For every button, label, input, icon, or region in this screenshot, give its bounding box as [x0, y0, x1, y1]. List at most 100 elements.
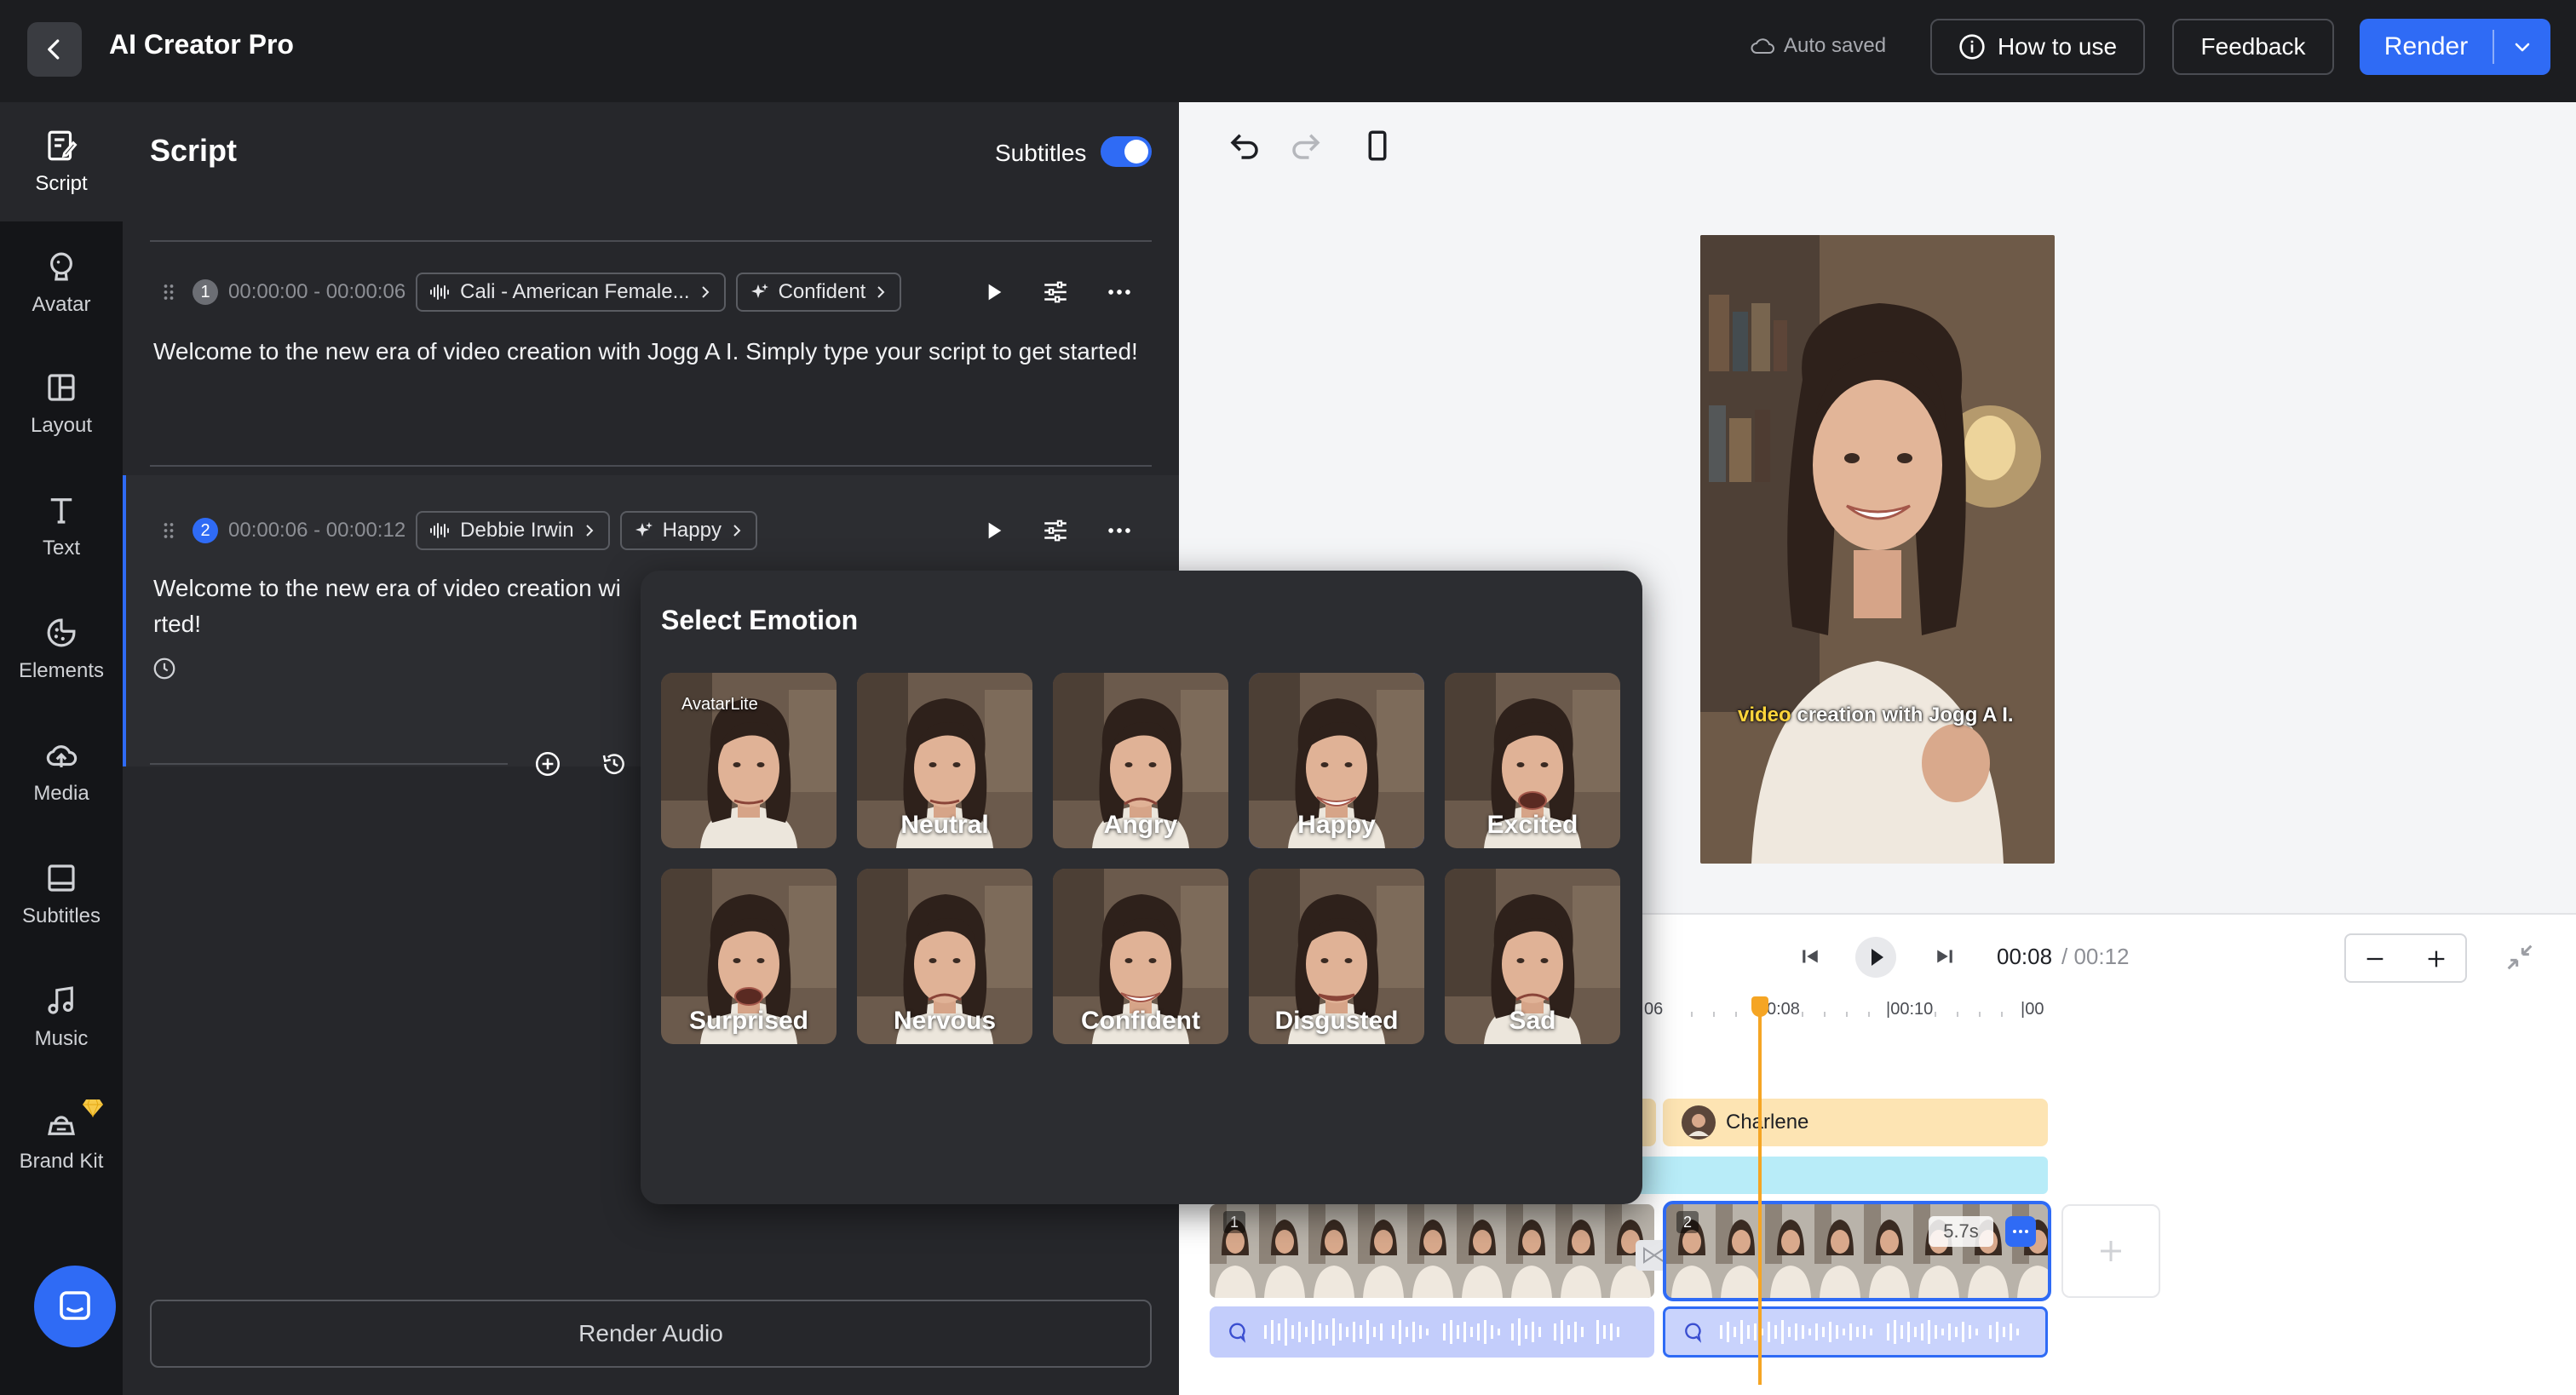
chat-support-button[interactable]: [34, 1266, 116, 1347]
history-icon[interactable]: [600, 749, 629, 778]
clip-more-button[interactable]: [2005, 1216, 2036, 1247]
emotion-picker: Select Emotion AvatarLite Neutral Angry Hap…: [641, 571, 1642, 1204]
emotion-name: Confident: [778, 280, 866, 303]
segment-2-text-continued[interactable]: rted!: [153, 606, 409, 642]
zoom-in-icon[interactable]: [2424, 947, 2448, 971]
adjust-sliders-icon[interactable]: [1041, 516, 1070, 545]
drag-handle-icon[interactable]: [157, 280, 181, 304]
render-options-toggle[interactable]: [2494, 37, 2550, 57]
skip-back-icon[interactable]: [1797, 944, 1823, 969]
emotion-label: Disgusted: [1274, 1007, 1399, 1035]
how-to-use-label: How to use: [1997, 33, 2118, 60]
clip-duration: 5.7s: [1929, 1216, 1993, 1247]
auto-saved-label: Auto saved: [1784, 34, 1887, 57]
avatar-lite-badge: AvatarLite: [681, 695, 758, 714]
play-circle-icon[interactable]: [1854, 935, 1898, 979]
side-nav: Script Avatar Layout Text Elements Media…: [0, 102, 123, 1395]
play-icon[interactable]: [980, 278, 1007, 306]
how-to-use-button[interactable]: How to use: [1930, 19, 2145, 75]
emotion-label: Confident: [1081, 1007, 1200, 1035]
nav-label-layout: Layout: [30, 414, 93, 437]
nav-item-brand-kit[interactable]: Brand Kit: [0, 1080, 123, 1199]
emotion-option-neutral[interactable]: Neutral: [857, 673, 1032, 848]
emotion-selector[interactable]: Happy: [619, 511, 757, 550]
playhead[interactable]: [1758, 1000, 1762, 1385]
emotion-option-excited[interactable]: Excited: [1445, 673, 1620, 848]
current-time: 00:08: [1997, 944, 2053, 969]
nav-label-music: Music: [34, 1027, 89, 1050]
video-preview[interactable]: [1700, 235, 2055, 864]
time-ruler: [1691, 1012, 2003, 1017]
voice-name: Debbie Irwin: [460, 519, 574, 542]
ruler-label: |00:10: [1886, 1000, 1934, 1019]
emotion-option-sad[interactable]: Sad: [1445, 869, 1620, 1044]
render-button[interactable]: Render: [2360, 19, 2550, 75]
add-segment-icon[interactable]: [533, 749, 562, 778]
skip-forward-icon[interactable]: [1932, 944, 1958, 969]
audio-clip-2[interactable]: [1663, 1306, 2048, 1358]
avatar-track-clip-charlene[interactable]: Charlene: [1663, 1099, 2048, 1146]
add-clip-button[interactable]: [2061, 1204, 2160, 1298]
emotion-option-avatarlite[interactable]: AvatarLite: [661, 673, 837, 848]
audio-clip-1[interactable]: [1210, 1306, 1654, 1358]
script-icon: [48, 130, 78, 161]
clock-icon[interactable]: [152, 656, 177, 681]
segment-time: 00:00:06 - 00:00:12: [228, 519, 406, 542]
ruler-label: 06: [1644, 1000, 1664, 1019]
audio-waveform: [1264, 1318, 1619, 1346]
nav-item-script[interactable]: Script: [0, 102, 123, 221]
chevron-right-icon: [877, 286, 885, 298]
feedback-button[interactable]: Feedback: [2172, 19, 2334, 75]
nav-item-avatar[interactable]: Avatar: [0, 223, 123, 342]
redo-icon[interactable]: [1288, 128, 1324, 164]
nav-label-media: Media: [33, 782, 89, 805]
emotion-picker-title: Select Emotion: [661, 605, 859, 635]
nav-item-music[interactable]: Music: [0, 957, 123, 1076]
voice-selector[interactable]: Debbie Irwin: [416, 511, 610, 550]
info-icon: [1959, 34, 1985, 60]
more-options-icon[interactable]: [1104, 278, 1135, 307]
emotion-option-surprised[interactable]: Surprised: [661, 869, 837, 1044]
emotion-option-happy[interactable]: Happy: [1249, 673, 1424, 848]
emotion-option-angry[interactable]: Angry: [1053, 673, 1228, 848]
emotion-option-nervous[interactable]: Nervous: [857, 869, 1032, 1044]
back-button[interactable]: [27, 22, 82, 77]
app-title: AI Creator Pro: [109, 29, 294, 60]
nav-item-layout[interactable]: Layout: [0, 344, 123, 463]
segment-time: 00:00:00 - 00:00:06: [228, 280, 406, 303]
undo-icon[interactable]: [1227, 128, 1262, 164]
play-icon[interactable]: [980, 517, 1007, 544]
more-options-icon[interactable]: [1104, 516, 1135, 545]
voice-selector[interactable]: Cali - American Female...: [416, 273, 726, 312]
nav-item-elements[interactable]: Elements: [0, 589, 123, 709]
brand-kit-icon: [48, 1116, 75, 1135]
nav-label-elements: Elements: [18, 659, 105, 682]
segment-1-header: 1 00:00:00 - 00:00:06 Cali - American Fe…: [157, 271, 911, 313]
nav-item-subtitles[interactable]: Subtitles: [0, 835, 123, 954]
playhead-handle[interactable]: [1751, 996, 1768, 1017]
emotion-selector[interactable]: Confident: [735, 273, 902, 312]
segment-1-text[interactable]: Welcome to the new era of video creation…: [153, 334, 1150, 370]
collapse-icon[interactable]: [2503, 940, 2537, 974]
subtitles-toggle[interactable]: [1101, 136, 1152, 167]
nav-item-text[interactable]: Text: [0, 467, 123, 586]
chevron-right-icon: [733, 525, 741, 537]
zoom-out-icon[interactable]: [2363, 947, 2387, 971]
waveform-icon: [430, 284, 450, 300]
adjust-sliders-icon[interactable]: [1041, 278, 1070, 307]
emotion-label: Excited: [1486, 811, 1578, 839]
render-audio-button[interactable]: Render Audio: [150, 1300, 1152, 1368]
cloud-icon: [1751, 38, 1774, 54]
divider: [150, 763, 508, 765]
segment-number: 1: [193, 279, 218, 305]
aspect-ratio-icon[interactable]: [1360, 128, 1395, 164]
emotion-option-disgusted[interactable]: Disgusted: [1249, 869, 1424, 1044]
more-options-icon: [2013, 1230, 2028, 1233]
emotion-label: Angry: [1103, 811, 1178, 839]
nav-item-media[interactable]: Media: [0, 712, 123, 831]
waveform-icon: [430, 523, 450, 538]
video-clip-1[interactable]: [1210, 1204, 1654, 1298]
emotion-option-confident[interactable]: Confident: [1053, 869, 1228, 1044]
segment-2-text[interactable]: Welcome to the new era of video creation…: [153, 571, 699, 606]
drag-handle-icon[interactable]: [157, 519, 181, 542]
